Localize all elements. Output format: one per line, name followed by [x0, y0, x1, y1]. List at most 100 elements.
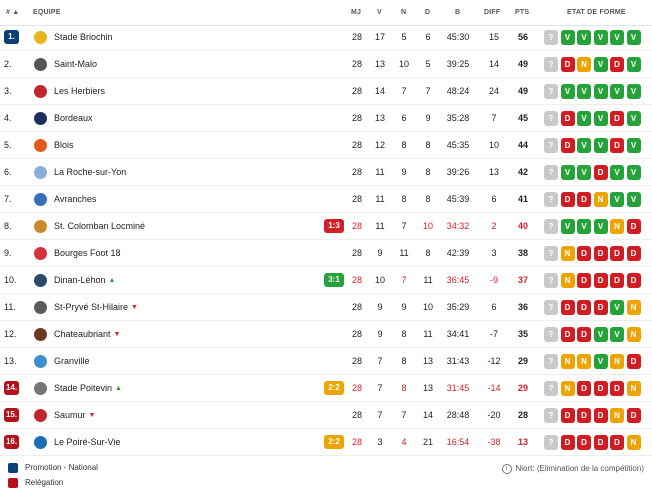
form-result[interactable]: D [610, 111, 624, 126]
form-result[interactable]: N [560, 246, 575, 261]
team-name[interactable]: Chateaubriant ▼ [54, 321, 120, 347]
table-row[interactable]: 15. Saumur ▼ 28 7 7 14 28:48 -20 28? D D D N D [0, 402, 652, 429]
form-result[interactable]: D [593, 408, 608, 423]
team-name-label[interactable]: Les Herbiers [54, 86, 105, 96]
form-result[interactable]: D [577, 273, 591, 288]
form-result[interactable]: D [626, 246, 641, 261]
header-mj[interactable]: MJ [351, 9, 361, 16]
header-d[interactable]: D [425, 9, 430, 16]
form-result[interactable]: N [610, 219, 624, 234]
form-result[interactable]: N [577, 57, 591, 72]
table-row[interactable]: 6. La Roche-sur-Yon 28 11 9 8 39:26 13 42? V V D V V [0, 159, 652, 186]
form-result[interactable]: D [560, 57, 575, 72]
team-name-label[interactable]: Avranches [54, 194, 96, 204]
form-result[interactable]: V [610, 300, 624, 315]
table-row[interactable]: 13. Granville 28 7 8 13 31:43 -12 29? N N V N D [0, 348, 652, 375]
header-n[interactable]: N [401, 9, 406, 16]
table-row[interactable]: 16. Le Poiré-Sur-Vie 2:2 28 3 4 21 16:54 -38 13? D… [0, 429, 652, 456]
table-row[interactable]: 8. St. Colomban Locminé 1:3 28 11 7 10 34:32 2 40… [0, 213, 652, 240]
chateaubriant-logo[interactable] [34, 328, 47, 341]
form-result[interactable]: N [626, 300, 641, 315]
form-result[interactable]: V [626, 111, 641, 126]
team-name[interactable]: Le Poiré-Sur-Vie [54, 429, 120, 455]
form-result[interactable]: D [560, 300, 575, 315]
live-score-badge[interactable]: 2:2 [324, 381, 344, 395]
table-row[interactable]: 14. Stade Poitevin ▲ 2:2 28 7 8 13 31:45 -14 29? N D… [0, 375, 652, 402]
form-upcoming[interactable]: ? [544, 273, 558, 288]
saint-malo-logo[interactable] [34, 58, 47, 71]
les-herbiers-logo[interactable] [34, 85, 47, 98]
header-rank[interactable]: # ▲ [6, 9, 19, 16]
form-result[interactable]: D [593, 246, 608, 261]
team-name[interactable]: Saint-Malo [54, 51, 97, 77]
bourges-foot-18-logo[interactable] [34, 247, 47, 260]
form-upcoming[interactable]: ? [544, 435, 558, 450]
form-result[interactable]: D [626, 273, 641, 288]
team-name-label[interactable]: Saint-Malo [54, 59, 97, 69]
table-row[interactable]: 1. Stade Briochin 28 17 5 6 45:30 15 56? V V V V V [0, 24, 652, 51]
form-result[interactable]: D [560, 408, 575, 423]
form-result[interactable]: V [577, 30, 591, 45]
table-row[interactable]: 12. Chateaubriant ▼ 28 9 8 11 34:41 -7 35? D D V V N [0, 321, 652, 348]
form-result[interactable]: V [626, 138, 641, 153]
form-result[interactable]: V [577, 84, 591, 99]
table-row[interactable]: 4. Bordeaux 28 13 6 9 35:28 7 45? D V V D V [0, 105, 652, 132]
form-result[interactable]: N [593, 192, 608, 207]
granville-logo[interactable] [34, 355, 47, 368]
table-row[interactable]: 11. St-Pryvé St-Hilaire ▼ 28 9 9 10 35:29 6 36? D D… [0, 294, 652, 321]
form-result[interactable]: N [626, 381, 641, 396]
form-result[interactable]: N [626, 327, 641, 342]
team-name-label[interactable]: Stade Briochin [54, 32, 113, 42]
form-result[interactable]: D [577, 327, 591, 342]
form-result[interactable]: V [593, 111, 608, 126]
form-result[interactable]: D [577, 300, 591, 315]
form-result[interactable]: V [593, 219, 608, 234]
form-upcoming[interactable]: ? [544, 354, 558, 369]
form-result[interactable]: D [560, 138, 575, 153]
st-colomban-locmine-logo[interactable] [34, 220, 47, 233]
form-result[interactable]: V [593, 138, 608, 153]
dinan-lehon-logo[interactable] [34, 274, 47, 287]
form-upcoming[interactable]: ? [544, 300, 558, 315]
la-roche-sur-yon-logo[interactable] [34, 166, 47, 179]
form-result[interactable]: V [626, 84, 641, 99]
form-upcoming[interactable]: ? [544, 84, 558, 99]
form-result[interactable]: N [560, 381, 575, 396]
team-name[interactable]: Bourges Foot 18 [54, 240, 121, 266]
form-result[interactable]: V [626, 30, 641, 45]
team-name-label[interactable]: Blois [54, 140, 74, 150]
form-result[interactable]: V [560, 84, 575, 99]
team-name-label[interactable]: Dinan-Léhon [54, 275, 106, 285]
avranches-logo[interactable] [34, 193, 47, 206]
form-result[interactable]: V [610, 192, 624, 207]
table-row[interactable]: 9. Bourges Foot 18 28 9 11 8 42:39 3 38? N D D D D [0, 240, 652, 267]
form-result[interactable]: N [560, 354, 575, 369]
team-name-label[interactable]: Bourges Foot 18 [54, 248, 121, 258]
bordeaux-logo[interactable] [34, 112, 47, 125]
team-name[interactable]: St. Colomban Locminé [54, 213, 145, 239]
team-name-label[interactable]: Le Poiré-Sur-Vie [54, 437, 120, 447]
team-name-label[interactable]: Chateaubriant [54, 329, 111, 339]
form-upcoming[interactable]: ? [544, 138, 558, 153]
form-result[interactable]: N [610, 354, 624, 369]
form-result[interactable]: V [577, 138, 591, 153]
form-result[interactable]: D [560, 327, 575, 342]
form-upcoming[interactable]: ? [544, 246, 558, 261]
header-diff[interactable]: DIFF [484, 9, 500, 16]
form-result[interactable]: V [577, 165, 591, 180]
header-pts[interactable]: PTS [515, 9, 529, 16]
form-upcoming[interactable]: ? [544, 408, 558, 423]
form-result[interactable]: V [610, 165, 624, 180]
form-upcoming[interactable]: ? [544, 165, 558, 180]
team-name-label[interactable]: Stade Poitevin [54, 383, 112, 393]
form-result[interactable]: D [577, 192, 591, 207]
form-upcoming[interactable]: ? [544, 192, 558, 207]
form-result[interactable]: D [593, 273, 608, 288]
form-result[interactable]: D [593, 300, 608, 315]
team-name[interactable]: Avranches [54, 186, 96, 212]
table-row[interactable]: 10. Dinan-Léhon ▲ 3:1 28 10 7 11 36:45 -9 37? N D D D D [0, 267, 652, 294]
form-result[interactable]: V [577, 111, 591, 126]
team-name-label[interactable]: St. Colomban Locminé [54, 221, 145, 231]
form-result[interactable]: V [577, 219, 591, 234]
form-result[interactable]: V [593, 30, 608, 45]
